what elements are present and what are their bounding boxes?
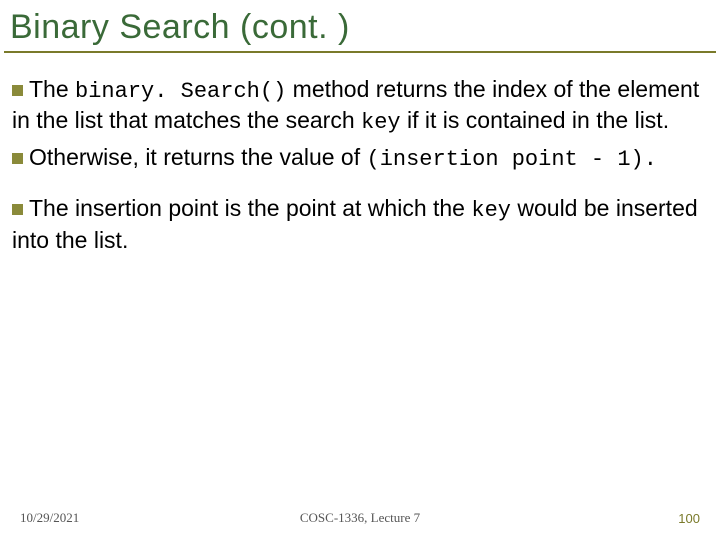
code-text: (insertion point - 1). [367, 147, 657, 172]
code-text: binary. Search() [75, 79, 286, 104]
code-text: key [361, 110, 401, 135]
slide-body: The binary. Search() method returns the … [0, 53, 720, 255]
text: The [29, 76, 75, 102]
footer-page-number: 100 [678, 511, 700, 526]
slide-title: Binary Search (cont. ) [10, 8, 716, 47]
bullet-2: Otherwise, it returns the value of (inse… [12, 143, 708, 174]
bullet-icon [12, 204, 23, 215]
text: The insertion point is the point at whic… [29, 195, 471, 221]
bullet-icon [12, 153, 23, 164]
spacer [12, 180, 708, 194]
title-rule: Binary Search (cont. ) [4, 0, 716, 53]
bullet-icon [12, 85, 23, 96]
slide: Binary Search (cont. ) The binary. Searc… [0, 0, 720, 540]
text: if it is contained in the list. [401, 107, 669, 133]
footer-course: COSC-1336, Lecture 7 [0, 510, 720, 526]
text: Otherwise, it returns the value of [29, 144, 367, 170]
bullet-3: The insertion point is the point at whic… [12, 194, 708, 255]
bullet-1: The binary. Search() method returns the … [12, 75, 708, 137]
code-text: key [471, 198, 511, 223]
